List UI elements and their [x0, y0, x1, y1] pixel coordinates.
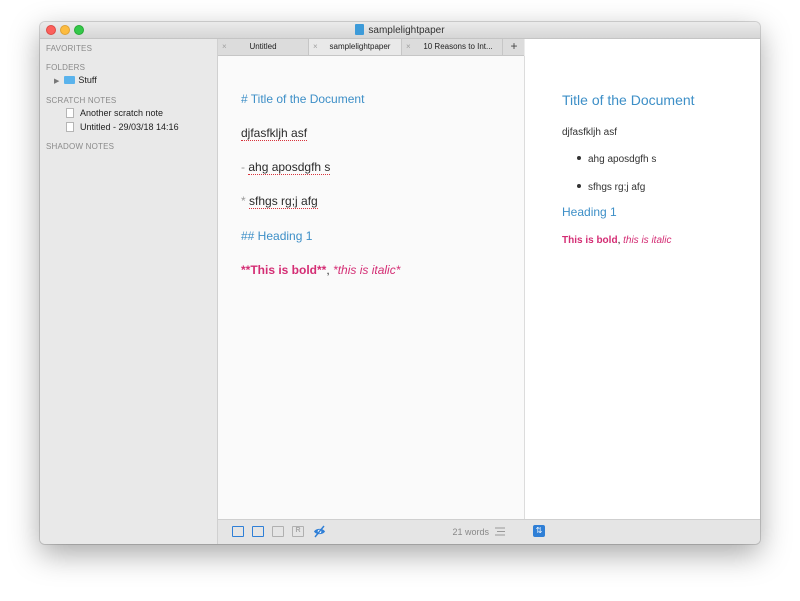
preview-bold-text: This is bold [562, 235, 618, 246]
preview-emphasis-line: This is bold, this is italic [562, 235, 671, 246]
editor-bullet-line: - ahg aposdgfh s [241, 160, 331, 175]
word-count[interactable]: 21 words [452, 527, 489, 537]
tab-label: 10 Reasons to Int... [423, 42, 493, 51]
preview-italic-text: this is italic [623, 235, 672, 246]
tab-label: Untitled [249, 42, 277, 51]
preview-title: Title of the Document [562, 92, 695, 108]
sidebar-item-label: Stuff [78, 75, 97, 85]
layout-editor-button[interactable] [252, 526, 264, 537]
editor-footer: R 21 words [218, 519, 525, 544]
window-title: samplelightpaper [368, 25, 445, 36]
tab-close-icon[interactable]: × [406, 42, 411, 51]
editor-italic-text: *this is italic* [333, 263, 401, 277]
preview-pane: Title of the Document djfasfkljh asf ahg… [525, 39, 760, 519]
note-icon [66, 122, 74, 132]
bullet-dot-icon [577, 156, 581, 160]
title-bar[interactable]: samplelightpaper [40, 22, 760, 39]
disclosure-triangle-icon[interactable]: ▶ [54, 77, 59, 85]
favorites-header: FAVORITES [46, 44, 93, 53]
sidebar-item-untitled-scratch-note[interactable]: Untitled - 29/03/18 14:16 [66, 122, 179, 132]
tab-label: samplelightpaper [329, 42, 391, 51]
editor-title-line: # Title of the Document [241, 92, 365, 106]
preview-heading: Heading 1 [562, 205, 617, 219]
editor-bullet-text: ahg aposdgfh s [248, 160, 331, 175]
list-marker: - [241, 160, 245, 174]
layout-sidebar-button[interactable] [232, 526, 244, 537]
preview-footer: ⇅ [525, 519, 760, 544]
shadow-notes-header: SHADOW NOTES [46, 142, 115, 151]
list-marker: * [241, 194, 246, 208]
add-tab-button[interactable]: + [504, 39, 524, 55]
preview-paragraph: djfasfkljh asf [562, 127, 618, 138]
window-title-container: samplelightpaper [40, 24, 760, 36]
editor-bullet-line: * sfhgs rg;j afg [241, 194, 318, 209]
outline-icon[interactable] [495, 527, 505, 536]
folders-header: FOLDERS [46, 63, 86, 72]
editor-paragraph-text: djfasfkljh asf [241, 126, 308, 141]
editor-bullet-text: sfhgs rg;j afg [249, 194, 318, 209]
preview-bullet: sfhgs rg;j afg [577, 182, 645, 193]
editor-emphasis-line: **This is bold**, *this is italic* [241, 263, 400, 277]
editor-heading-line: ## Heading 1 [241, 229, 313, 243]
preview-bullet-text: sfhgs rg;j afg [588, 182, 646, 193]
focus-eye-icon[interactable] [313, 525, 326, 538]
scratch-notes-header: SCRATCH NOTES [46, 96, 117, 105]
preview-bullet: ahg aposdgfh s [577, 154, 656, 165]
tab-untitled[interactable]: × Untitled [218, 39, 309, 55]
bullet-dot-icon [577, 184, 581, 188]
note-icon [66, 108, 74, 118]
sync-scroll-icon[interactable]: ⇅ [533, 525, 545, 537]
tab-close-icon[interactable]: × [313, 42, 318, 51]
sidebar: FAVORITES FOLDERS ▶ Stuff SCRATCH NOTES A… [40, 39, 218, 544]
editor-bold-text: **This is bold** [241, 263, 327, 277]
app-window: samplelightpaper FAVORITES FOLDERS ▶ Stuf… [40, 22, 760, 544]
editor-pane[interactable]: # Title of the Document djfasfkljh asf -… [218, 56, 525, 519]
tab-bar: × Untitled × samplelightpaper × 10 Reaso… [218, 39, 524, 56]
reader-mode-button[interactable]: R [292, 526, 304, 537]
sidebar-item-label: Another scratch note [80, 108, 164, 118]
sidebar-item-stuff[interactable]: ▶ Stuff [54, 75, 97, 85]
folder-icon [64, 76, 76, 84]
layout-preview-button[interactable] [272, 526, 284, 537]
editor-paragraph-line: djfasfkljh asf [241, 126, 308, 141]
document-icon [355, 24, 365, 35]
preview-bullet-text: ahg aposdgfh s [588, 154, 657, 165]
tab-samplelightpaper[interactable]: × samplelightpaper [309, 39, 402, 55]
tab-10-reasons[interactable]: × 10 Reasons to Int... [402, 39, 503, 55]
sidebar-item-label: Untitled - 29/03/18 14:16 [80, 122, 179, 132]
sidebar-item-another-scratch-note[interactable]: Another scratch note [66, 108, 163, 118]
